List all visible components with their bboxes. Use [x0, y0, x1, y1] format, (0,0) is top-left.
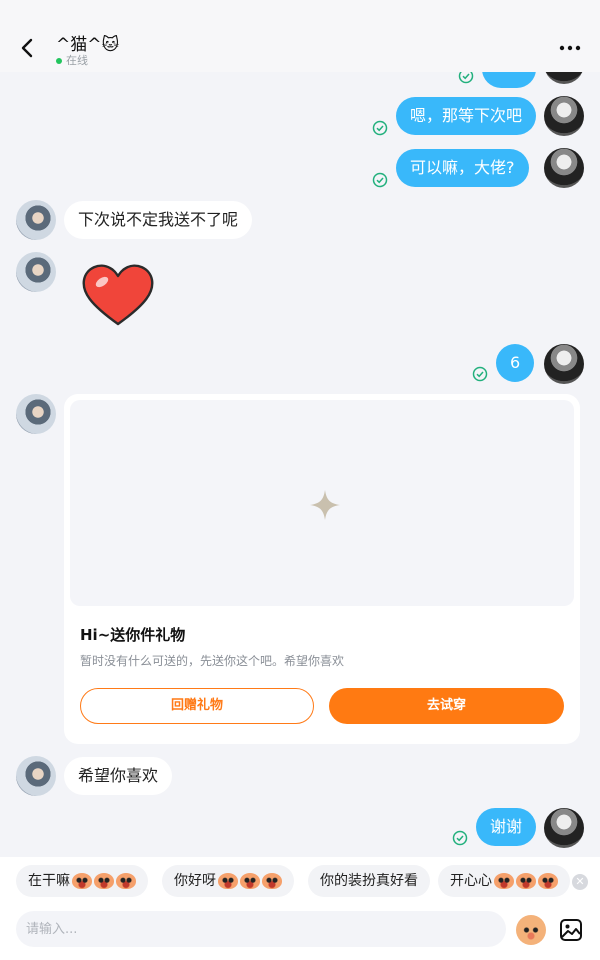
- tiger-emoji-icon: [538, 873, 558, 889]
- input-bar: [0, 905, 600, 960]
- message-bubble[interactable]: 希望你喜欢: [64, 757, 173, 795]
- quick-reply-chip[interactable]: 你的装扮真好看: [308, 865, 430, 897]
- tiger-emoji-icon: [494, 873, 514, 889]
- tiger-emoji-icon: [240, 873, 260, 889]
- quick-reply-bar: 在干嘛 你好呀 你的装扮真好看 开心心 ✕: [0, 857, 600, 905]
- chat-header: ^猫^🐱 在线: [0, 0, 600, 72]
- return-gift-button[interactable]: 回赠礼物: [80, 688, 314, 724]
- tiger-emoji-icon: [218, 873, 238, 889]
- message-bubble[interactable]: 谢谢: [476, 808, 537, 846]
- quick-reply-label: 你好呀: [174, 873, 216, 889]
- read-check-icon: [458, 72, 474, 84]
- contact-avatar[interactable]: [16, 756, 56, 796]
- back-arrow-icon[interactable]: [14, 34, 42, 62]
- tiger-emoji-icon: [72, 873, 92, 889]
- tiger-emoji-icon: [262, 873, 282, 889]
- contact-avatar[interactable]: [16, 252, 56, 292]
- status-text: 在线: [66, 54, 88, 67]
- quick-reply-label: 你的装扮真好看: [320, 873, 418, 889]
- tiger-emoji-icon: [94, 873, 114, 889]
- contact-avatar[interactable]: [16, 200, 56, 240]
- online-dot: [56, 58, 62, 64]
- emoji-face-icon[interactable]: [516, 915, 546, 945]
- contact-avatar[interactable]: [16, 394, 56, 434]
- my-avatar[interactable]: [544, 148, 584, 188]
- my-avatar[interactable]: [544, 96, 584, 136]
- more-options-icon[interactable]: [558, 38, 582, 58]
- sparkle-icon: [310, 490, 340, 520]
- my-avatar[interactable]: [544, 808, 584, 848]
- read-check-icon: [372, 172, 388, 188]
- read-check-icon: [472, 366, 488, 382]
- heart-sticker[interactable]: [80, 262, 156, 328]
- message-bubble[interactable]: 可以嘛，大佬?: [396, 149, 529, 187]
- my-avatar[interactable]: [544, 344, 584, 384]
- tiger-emoji-icon: [516, 873, 536, 889]
- image-picker-icon[interactable]: [558, 917, 584, 943]
- gift-card-description: 暂时没有什么可送的，先送你这个吧。希望你喜欢: [80, 654, 345, 668]
- read-check-icon: [372, 120, 388, 136]
- tiger-emoji-icon: [116, 873, 136, 889]
- message-bubble[interactable]: 嗯，那等下次吧: [396, 97, 537, 135]
- gift-card[interactable]: Hi~送你件礼物 暂时没有什么可送的，先送你这个吧。希望你喜欢 回赠礼物 去试穿: [64, 394, 580, 744]
- quick-reply-chip[interactable]: 你好呀: [162, 865, 294, 897]
- quick-reply-chip[interactable]: 开心心: [438, 865, 570, 897]
- quick-reply-label: 开心心: [450, 873, 492, 889]
- quick-reply-label: 在干嘛: [28, 873, 70, 889]
- online-status: 在线: [56, 52, 88, 68]
- message-bubble[interactable]: 下次说不定我送不了呢: [64, 201, 253, 239]
- message-input[interactable]: [16, 911, 506, 947]
- try-on-button[interactable]: 去试穿: [329, 688, 564, 724]
- gift-card-title: Hi~送你件礼物: [80, 626, 186, 644]
- my-avatar[interactable]: [544, 72, 584, 84]
- quick-reply-chip[interactable]: 在干嘛: [16, 865, 148, 897]
- gift-image-placeholder: [70, 400, 574, 606]
- close-quick-replies-icon[interactable]: ✕: [572, 874, 588, 890]
- message-list[interactable]: 嗯，那等下次吧 可以嘛，大佬? 下次说不定我送不了呢 6 Hi~送你件礼物 暂时…: [0, 72, 600, 857]
- message-bubble-partial[interactable]: [482, 72, 536, 88]
- message-bubble[interactable]: 6: [496, 344, 535, 382]
- read-check-icon: [452, 830, 468, 846]
